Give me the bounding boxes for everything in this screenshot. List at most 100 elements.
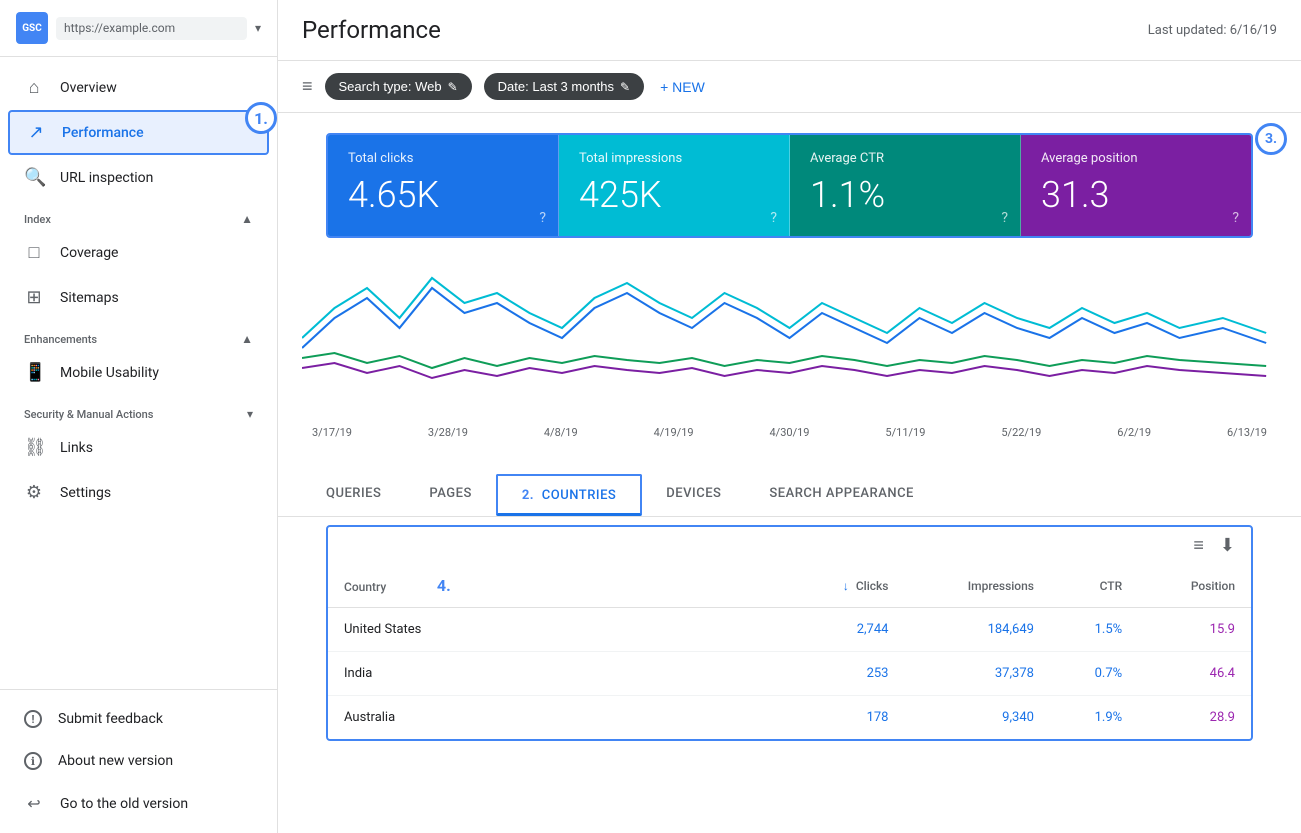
tab-countries[interactable]: 2. COUNTRIES	[496, 474, 642, 516]
metric-position-help-icon[interactable]: ?	[1232, 210, 1239, 226]
table-section: ≡ ⬇ Country 4. ↓	[326, 525, 1253, 741]
table-download-button[interactable]: ⬇	[1220, 535, 1235, 556]
tab-annotation-number: 2.	[522, 488, 534, 503]
sidebar-item-label: URL inspection	[60, 170, 153, 186]
date-edit-icon: ✎	[620, 80, 630, 94]
sidebar-item-label: Sitemaps	[60, 290, 119, 306]
links-icon: ⛓	[24, 437, 44, 458]
performance-chart	[302, 258, 1277, 418]
tabs-section: QUERIES PAGES 2. COUNTRIES DEVICES SEARC…	[278, 474, 1301, 517]
filter-icon[interactable]: ≡	[302, 76, 313, 97]
sidebar-item-submit-feedback[interactable]: ! Submit feedback	[0, 698, 277, 740]
sidebar-bottom: ! Submit feedback ℹ About new version ↩ …	[0, 689, 277, 833]
main-toolbar: ≡ Search type: Web ✎ Date: Last 3 months…	[278, 61, 1301, 113]
sidebar-item-label: Submit feedback	[58, 711, 163, 727]
tab-countries-label: COUNTRIES	[542, 488, 617, 503]
sidebar-site[interactable]: https://example.com	[56, 17, 247, 40]
chart-date-label: 5/22/19	[1001, 426, 1041, 439]
index-collapse-icon[interactable]: ▲	[241, 212, 253, 226]
sidebar-item-sitemaps[interactable]: ⊞ Sitemaps	[0, 275, 277, 320]
cell-position: 15.9	[1138, 608, 1251, 652]
sidebar-item-label: Go to the old version	[60, 796, 188, 812]
search-type-label: Search type: Web	[339, 79, 442, 94]
metric-position-label: Average position	[1041, 151, 1231, 166]
annotation-badge-3: 3.	[1255, 123, 1287, 155]
sitemaps-icon: ⊞	[24, 287, 44, 308]
sidebar-section-enhancements: Enhancements ▲	[0, 320, 277, 350]
tab-queries-label: QUERIES	[326, 486, 381, 501]
tab-devices[interactable]: DEVICES	[642, 474, 745, 516]
search-type-button[interactable]: Search type: Web ✎	[325, 73, 472, 100]
new-filter-button[interactable]: + NEW	[660, 79, 705, 95]
table-row: Australia 178 9,340 1.9% 28.9	[328, 696, 1251, 740]
cell-impressions: 184,649	[904, 608, 1049, 652]
sidebar-item-overview[interactable]: ⌂ Overview	[0, 65, 277, 110]
metric-clicks-help-icon[interactable]: ?	[539, 210, 546, 226]
sidebar-item-label: Coverage	[60, 245, 118, 261]
cell-impressions: 9,340	[904, 696, 1049, 740]
sort-down-icon: ↓	[843, 579, 849, 593]
table-row: United States 2,744 184,649 1.5% 15.9	[328, 608, 1251, 652]
metrics-section: Total clicks 4.65K ? Total impressions 4…	[326, 133, 1253, 238]
column-header-clicks[interactable]: ↓ Clicks	[790, 564, 905, 608]
chart-date-label: 3/17/19	[312, 426, 352, 439]
chart-date-labels: 3/17/19 3/28/19 4/8/19 4/19/19 4/30/19 5…	[302, 426, 1277, 439]
trending-up-icon: ↗	[26, 122, 46, 143]
settings-icon: ⚙	[24, 482, 44, 503]
tabs-wrapper: QUERIES PAGES 2. COUNTRIES DEVICES SEARC…	[278, 474, 1301, 517]
cell-ctr: 1.9%	[1050, 696, 1138, 740]
sidebar-item-about-new-version[interactable]: ℹ About new version	[0, 740, 277, 782]
cell-position: 28.9	[1138, 696, 1251, 740]
date-range-label: Date: Last 3 months	[498, 79, 614, 94]
sidebar-item-performance[interactable]: ↗ Performance 1.	[8, 110, 269, 155]
mobile-icon: 📱	[24, 362, 44, 383]
sidebar-nav: ⌂ Overview ↗ Performance 1. 🔍 URL inspec…	[0, 57, 277, 689]
date-range-button[interactable]: Date: Last 3 months ✎	[484, 73, 644, 100]
security-collapse-icon[interactable]: ▾	[247, 407, 253, 421]
sidebar-item-links[interactable]: ⛓ Links	[0, 425, 277, 470]
cell-position: 46.4	[1138, 652, 1251, 696]
metrics-wrapper: Total clicks 4.65K ? Total impressions 4…	[302, 133, 1277, 238]
column-header-impressions: Impressions	[904, 564, 1049, 608]
sidebar-chevron-icon[interactable]: ▾	[255, 21, 261, 35]
feedback-icon: !	[24, 710, 42, 728]
enhancements-collapse-icon[interactable]: ▲	[241, 332, 253, 346]
sidebar-item-mobile-usability[interactable]: 📱 Mobile Usability	[0, 350, 277, 395]
main-content-area: Performance Last updated: 6/16/19 ≡ Sear…	[278, 0, 1301, 833]
column-header-position: Position	[1138, 564, 1251, 608]
main-scrollable-content: Total clicks 4.65K ? Total impressions 4…	[278, 113, 1301, 833]
metric-ctr-label: Average CTR	[810, 151, 1000, 166]
sidebar-item-label: Links	[60, 440, 93, 456]
chart-date-label: 5/11/19	[885, 426, 925, 439]
metric-impressions-help-icon[interactable]: ?	[770, 210, 777, 226]
table-row: India 253 37,378 0.7% 46.4	[328, 652, 1251, 696]
tab-queries[interactable]: QUERIES	[302, 474, 405, 516]
tab-search-appearance[interactable]: SEARCH APPEARANCE	[745, 474, 938, 516]
cell-ctr: 1.5%	[1050, 608, 1138, 652]
cell-clicks: 178	[790, 696, 905, 740]
sidebar-item-coverage[interactable]: □ Coverage	[0, 230, 277, 275]
metric-ctr-value: 1.1%	[810, 174, 1000, 216]
tab-pages[interactable]: PAGES	[405, 474, 495, 516]
sidebar-item-settings[interactable]: ⚙ Settings	[0, 470, 277, 515]
info-icon: ℹ	[24, 752, 42, 770]
table-filter-button[interactable]: ≡	[1193, 535, 1204, 556]
search-icon: 🔍	[24, 167, 44, 188]
chart-date-label: 3/28/19	[428, 426, 468, 439]
sidebar-item-label: Overview	[60, 80, 117, 96]
search-type-edit-icon: ✎	[448, 80, 458, 94]
metric-average-position: Average position 31.3 ?	[1021, 135, 1251, 236]
metric-ctr-help-icon[interactable]: ?	[1001, 210, 1008, 226]
metric-clicks-label: Total clicks	[348, 151, 538, 166]
sidebar-item-label: Settings	[60, 485, 111, 501]
tab-pages-label: PAGES	[429, 486, 471, 501]
table-wrapper: ≡ ⬇ Country 4. ↓	[302, 525, 1277, 741]
cell-country: Australia	[328, 696, 790, 740]
table-header-row: Country 4. ↓ Clicks Impressions	[328, 564, 1251, 608]
sidebar-section-index: Index ▲	[0, 200, 277, 230]
sidebar: GSC https://example.com ▾ ⌂ Overview ↗ P…	[0, 0, 278, 833]
cell-clicks: 253	[790, 652, 905, 696]
sidebar-item-url-inspection[interactable]: 🔍 URL inspection	[0, 155, 277, 200]
chart-date-label: 4/19/19	[654, 426, 694, 439]
sidebar-item-go-to-old-version[interactable]: ↩ Go to the old version	[0, 782, 277, 825]
